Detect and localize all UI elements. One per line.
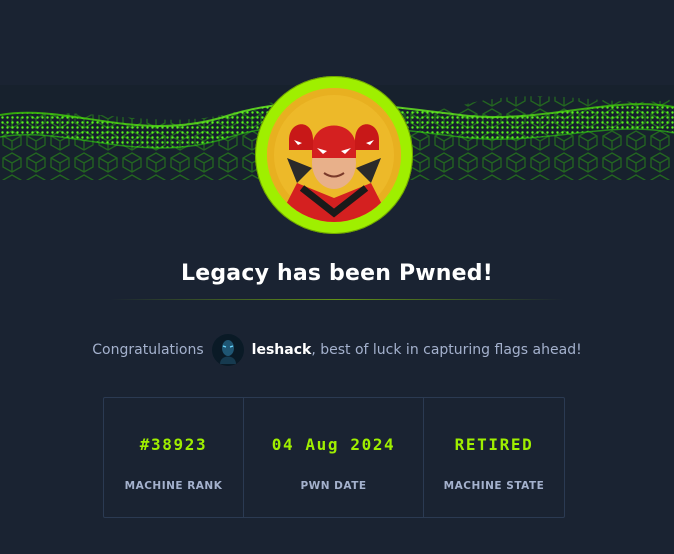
pwn-date-label: PWN DATE (300, 480, 367, 492)
congrats-suffix: , best of luck in capturing flags ahead! (311, 342, 582, 358)
congrats-prefix: Congratulations (92, 342, 204, 358)
headline-divider (110, 299, 564, 300)
pwn-date-stat: 04 Aug 2024 PWN DATE (244, 398, 424, 517)
machine-state-value: RETIRED (454, 435, 534, 454)
red-masked-hacker-icon (267, 88, 401, 222)
user-avatar[interactable] (211, 334, 244, 366)
pwned-headline: Legacy has been Pwned! (181, 261, 493, 286)
username-link[interactable]: leshack (252, 342, 312, 358)
machine-rank-value: #38923 (139, 435, 208, 454)
machine-state-label: MACHINE STATE (443, 480, 545, 492)
machine-state-stat: RETIRED MACHINE STATE (424, 398, 564, 517)
pwn-date-value: 04 Aug 2024 (271, 435, 396, 454)
machine-rank-stat: #38923 MACHINE RANK (104, 398, 244, 517)
congratulations-line: Congratulations leshack , best of luck i… (0, 332, 674, 368)
machine-rank-label: MACHINE RANK (124, 480, 223, 492)
machine-avatar (255, 76, 413, 234)
pwn-stats-panel: #38923 MACHINE RANK 04 Aug 2024 PWN DATE… (103, 397, 565, 518)
